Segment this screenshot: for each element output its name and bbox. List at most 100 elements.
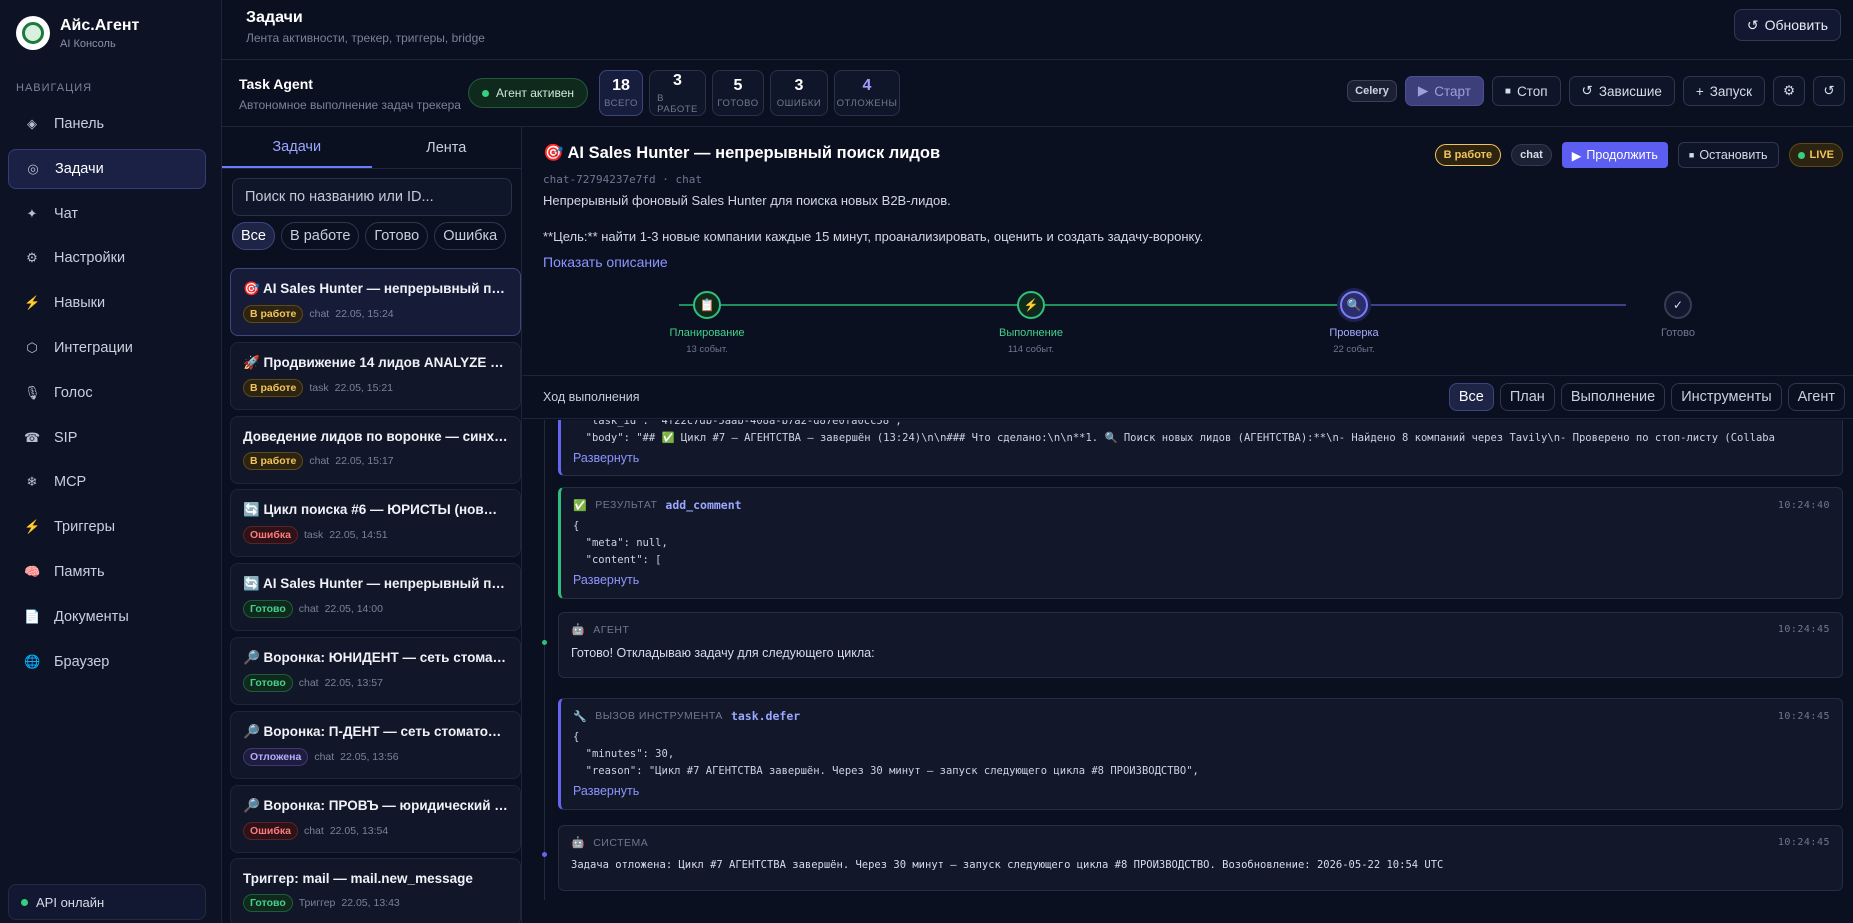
stat-errors[interactable]: 3 ОШИБКИ xyxy=(770,70,828,116)
agent-bar: Task Agent Автономное выполнение задач т… xyxy=(222,60,1853,127)
tab-feed[interactable]: Лента xyxy=(372,127,522,168)
expand-link[interactable]: Развернуть xyxy=(573,784,1830,798)
stuck-button[interactable]: ↺ Зависшие xyxy=(1568,76,1675,106)
event-feed[interactable]: "task_id": "4f22c7db-5aab-408a-b7a2-d87e… xyxy=(523,420,1853,923)
sidebar-item-chat[interactable]: ✦ Чат xyxy=(8,194,206,234)
continue-label: Продолжить xyxy=(1586,148,1658,162)
step-execution[interactable]: ⚡ Выполнение 114 событ. xyxy=(951,291,1111,355)
item-type: task xyxy=(303,529,324,542)
reload-button[interactable]: ↺ xyxy=(1813,76,1845,106)
tab-execution[interactable]: Выполнение xyxy=(1560,383,1666,411)
item-time: 22.05, 15:17 xyxy=(335,454,394,467)
celery-badge: Celery xyxy=(1347,80,1397,102)
step-review[interactable]: 🔍 Проверка 22 событ. xyxy=(1274,291,1434,355)
sidebar-item-documents[interactable]: 📄 Документы xyxy=(8,597,206,637)
tab-tasks[interactable]: Задачи xyxy=(222,127,372,168)
sidebar-item-label: Интеграции xyxy=(54,339,133,356)
list-item[interactable]: 🔎 Воронка: ПРОВЪ — юридический консалтин… xyxy=(230,784,521,853)
refresh-icon: ↺ xyxy=(1746,16,1759,33)
step-planning[interactable]: 📋 Планирование 13 событ. xyxy=(627,291,787,355)
launch-button[interactable]: + Запуск xyxy=(1682,76,1765,106)
show-description-link[interactable]: Показать описание xyxy=(543,254,668,270)
code-line: "reason": "Цикл #7 АГЕНТСТВА завершён. Ч… xyxy=(573,765,1199,777)
step-count: 114 событ. xyxy=(1007,344,1055,355)
filter-all[interactable]: Все xyxy=(232,222,275,250)
stuck-label: Зависшие xyxy=(1598,83,1662,99)
expand-link[interactable]: Развернуть xyxy=(573,573,1830,587)
refresh-icon: ↺ xyxy=(1823,83,1835,98)
step-done[interactable]: ✓ Готово xyxy=(1598,291,1758,339)
item-title: 🎯 AI Sales Hunter — непрерывный поиск ли… xyxy=(243,281,508,296)
sidebar-item-browser[interactable]: 🌐 Браузер xyxy=(8,642,206,682)
sidebar-item-skills[interactable]: ⚡ Навыки xyxy=(8,283,206,323)
item-time: 22.05, 15:24 xyxy=(335,308,394,320)
filter-done[interactable]: Готово xyxy=(365,222,429,250)
tab-all[interactable]: Все xyxy=(1448,383,1494,411)
item-title: 🔎 Воронка: ЮНИДЕНТ — сеть стоматологий xyxy=(243,649,508,665)
list-item[interactable]: 🚀 Продвижение 14 лидов ANALYZE → OFFER В … xyxy=(230,341,521,410)
list-item[interactable]: 🔎 Воронка: ЮНИДЕНТ — сеть стоматологий Го… xyxy=(230,636,521,705)
status-badge: Ошибка xyxy=(243,526,298,545)
list-item[interactable]: 🔄 Цикл поиска #6 — ЮРИСТЫ (новые лиды) Ош… xyxy=(230,489,521,558)
sidebar-item-label: Настройки xyxy=(54,250,126,267)
sidebar-item-label: Документы xyxy=(54,608,129,625)
filter-running[interactable]: В работе xyxy=(281,222,360,250)
refresh-button[interactable]: ↺ Обновить xyxy=(1733,9,1841,41)
stat-done[interactable]: 5 ГОТОВО xyxy=(712,70,764,116)
list-item[interactable]: 🔄 AI Sales Hunter — непрерывный поиск ли… xyxy=(230,563,521,632)
snowflake-icon: ❄ xyxy=(26,474,38,490)
list-item[interactable]: Доведение лидов по воронке — синхронизац… xyxy=(230,415,521,484)
brand-name: Айс.Агент xyxy=(60,16,140,34)
continue-button[interactable]: ▶ Продолжить xyxy=(1561,142,1668,168)
list-item[interactable]: Триггер: mail — mail.new_message Готово Тр… xyxy=(230,858,521,923)
sidebar-item-tasks[interactable]: ◎ Задачи xyxy=(8,148,206,189)
agent-status-label: Агент активен xyxy=(496,86,575,100)
expand-link[interactable]: Развернуть xyxy=(573,451,1830,465)
tab-tools[interactable]: Инструменты xyxy=(1671,383,1782,411)
refresh-icon: ↺ xyxy=(1581,83,1593,98)
stop-task-button[interactable]: ■ Остановить xyxy=(1677,142,1779,168)
stats-group: 18 ВСЕГО 3 В РАБОТЕ 5 ГОТОВО 3 ОШИБКИ 4 ОТЛОЖ… xyxy=(599,70,900,116)
item-title: 🔄 Цикл поиска #6 — ЮРИСТЫ (новые лиды) xyxy=(243,502,508,518)
filter-error[interactable]: Ошибка xyxy=(434,222,507,250)
settings-button[interactable]: ⚙ xyxy=(1773,76,1805,106)
tab-plan[interactable]: План xyxy=(1499,383,1555,411)
bolt-icon: ⚡ xyxy=(1017,291,1045,319)
status-badge: В работе xyxy=(243,305,304,323)
sidebar-item-triggers[interactable]: ⚡ Триггеры xyxy=(8,507,206,547)
stop-button[interactable]: ■ Стоп xyxy=(1491,76,1561,106)
list-item[interactable]: 🔎 Воронка: П-ДЕНТ — сеть стоматологий Отл… xyxy=(230,710,521,779)
code-line: { xyxy=(573,520,580,532)
item-type: chat xyxy=(298,676,319,689)
sidebar-item-settings[interactable]: ⚙ Настройки xyxy=(8,238,206,278)
step-label: Выполнение xyxy=(998,327,1064,339)
sidebar-nav: ◈ Панель ◎ Задачи ✦ Чат ⚙ Настройки ⚡ Навыки … xyxy=(8,104,206,686)
progress-toolbar: Ход выполнения Все План Выполнение Инстр… xyxy=(523,375,1853,419)
stat-value: 18 xyxy=(612,77,630,94)
event-kind: АГЕНТ xyxy=(593,623,630,636)
start-button[interactable]: ▶ Старт xyxy=(1404,76,1484,106)
item-title: 🔎 Воронка: ПРОВЪ — юридический консалтин… xyxy=(243,797,508,813)
task-description: Непрерывный фоновый Sales Hunter для пои… xyxy=(543,193,951,208)
sidebar-item-label: Навыки xyxy=(54,295,106,312)
play-icon: ▶ xyxy=(1417,83,1429,98)
sidebar-item-label: Триггеры xyxy=(54,519,116,536)
sidebar-item-voice[interactable]: 🎙 Голос xyxy=(8,373,206,413)
robot-icon: 🤖 xyxy=(571,837,586,849)
item-type: chat xyxy=(314,750,335,763)
list-item[interactable]: 🎯 AI Sales Hunter — непрерывный поиск ли… xyxy=(230,268,521,336)
tab-agent[interactable]: Агент xyxy=(1787,383,1845,411)
sidebar-item-integrations[interactable]: ⬡ Интеграции xyxy=(8,328,206,368)
event-time: 10:24:40 xyxy=(1777,499,1830,511)
sidebar-item-mcp[interactable]: ❄ MCP xyxy=(8,462,206,502)
page-subtitle: Лента активности, трекер, триггеры, brid… xyxy=(246,31,485,45)
brand[interactable]: Айс.Агент AI Консоль xyxy=(16,16,139,50)
stat-deferred[interactable]: 4 ОТЛОЖЕНЫ xyxy=(834,70,900,116)
stat-total[interactable]: 18 ВСЕГО xyxy=(599,70,643,116)
api-status-label: API онлайн xyxy=(36,894,105,910)
sidebar-item-dashboard[interactable]: ◈ Панель xyxy=(8,104,206,144)
sidebar-item-memory[interactable]: 🧠 Память xyxy=(8,552,206,592)
stat-running[interactable]: 3 В РАБОТЕ xyxy=(649,70,706,116)
search-input[interactable]: Поиск по названию или ID... xyxy=(232,178,512,216)
sidebar-item-sip[interactable]: ☎ SIP xyxy=(8,418,206,458)
